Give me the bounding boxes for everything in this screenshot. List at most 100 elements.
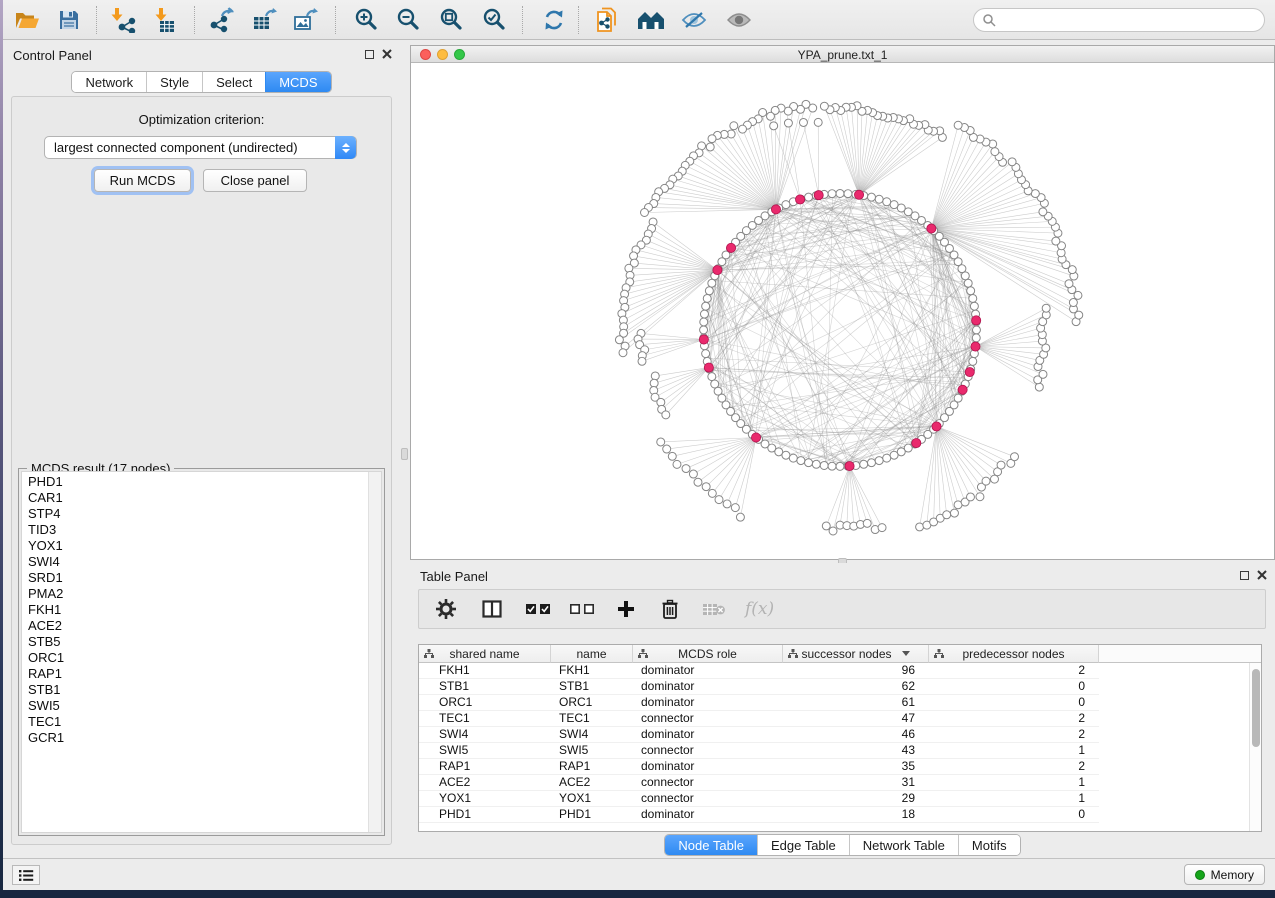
- network-node[interactable]: [668, 452, 676, 460]
- network-node[interactable]: [878, 524, 886, 532]
- network-node[interactable]: [730, 122, 738, 130]
- deselect-all-icon[interactable]: [569, 596, 595, 622]
- network-node[interactable]: [619, 349, 627, 357]
- network-node[interactable]: [703, 294, 711, 302]
- network-node[interactable]: [715, 496, 723, 504]
- mcds-node[interactable]: [927, 224, 936, 233]
- hide-panel-eye-slash-icon[interactable]: [679, 5, 709, 35]
- network-node[interactable]: [700, 326, 708, 334]
- network-node[interactable]: [863, 519, 871, 527]
- search-input[interactable]: [996, 13, 1246, 27]
- network-node[interactable]: [1035, 383, 1043, 391]
- close-panel-icon[interactable]: [382, 49, 392, 59]
- network-node[interactable]: [867, 459, 875, 467]
- network-node[interactable]: [875, 457, 883, 465]
- mcds-result-item[interactable]: SWI4: [22, 554, 381, 570]
- network-node[interactable]: [943, 511, 951, 519]
- share-document-icon[interactable]: [592, 5, 622, 35]
- network-node[interactable]: [731, 504, 739, 512]
- network-node[interactable]: [883, 198, 891, 206]
- network-node[interactable]: [784, 119, 792, 127]
- network-node[interactable]: [890, 201, 898, 209]
- show-panel-eye-icon[interactable]: [724, 5, 754, 35]
- network-node[interactable]: [836, 462, 844, 470]
- network-node[interactable]: [708, 373, 716, 381]
- tab-node-table[interactable]: Node Table: [665, 835, 757, 855]
- network-node[interactable]: [997, 461, 1005, 469]
- zoom-fit-icon[interactable]: [437, 5, 467, 35]
- network-node[interactable]: [650, 379, 658, 387]
- export-image-icon[interactable]: [291, 5, 321, 35]
- open-session-icon[interactable]: [12, 5, 42, 35]
- close-panel-button[interactable]: Close panel: [203, 169, 307, 192]
- network-node[interactable]: [700, 310, 708, 318]
- save-session-icon[interactable]: [54, 5, 84, 35]
- network-node[interactable]: [954, 121, 962, 129]
- network-node[interactable]: [797, 457, 805, 465]
- network-node[interactable]: [828, 462, 836, 470]
- table-row[interactable]: ACE2ACE2connector311: [419, 775, 1261, 791]
- network-node[interactable]: [702, 350, 710, 358]
- network-canvas[interactable]: [411, 63, 1274, 559]
- mcds-result-item[interactable]: STB5: [22, 634, 381, 650]
- mcds-result-item[interactable]: RAP1: [22, 666, 381, 682]
- mcds-result-item[interactable]: STB1: [22, 682, 381, 698]
- mcds-result-item[interactable]: STP4: [22, 506, 381, 522]
- network-node[interactable]: [820, 461, 828, 469]
- tab-mcds[interactable]: MCDS: [265, 72, 330, 92]
- mcds-result-item[interactable]: TID3: [22, 522, 381, 538]
- network-node[interactable]: [1042, 304, 1050, 312]
- network-node[interactable]: [708, 489, 716, 497]
- mcds-node[interactable]: [854, 190, 863, 199]
- network-node[interactable]: [950, 509, 958, 517]
- network-node[interactable]: [706, 143, 714, 151]
- splitter-grip[interactable]: [401, 448, 408, 460]
- network-node[interactable]: [702, 483, 710, 491]
- network-node[interactable]: [812, 460, 820, 468]
- network-node[interactable]: [1065, 280, 1073, 288]
- settings-gear-icon[interactable]: [433, 596, 459, 622]
- task-history-button[interactable]: [12, 865, 40, 885]
- network-node[interactable]: [689, 470, 697, 478]
- select-all-icon[interactable]: [525, 596, 551, 622]
- mcds-result-item[interactable]: ACE2: [22, 618, 381, 634]
- network-node[interactable]: [708, 135, 716, 143]
- add-column-icon[interactable]: [613, 596, 639, 622]
- network-node[interactable]: [770, 122, 778, 130]
- network-node[interactable]: [805, 459, 813, 467]
- network-node[interactable]: [991, 148, 999, 156]
- network-node[interactable]: [1052, 237, 1060, 245]
- home-icon[interactable]: [636, 5, 666, 35]
- import-network-icon[interactable]: [109, 5, 139, 35]
- table-row[interactable]: SWI4SWI4dominator462: [419, 727, 1261, 743]
- list-scrollbar[interactable]: [368, 472, 381, 832]
- network-node[interactable]: [805, 193, 813, 201]
- network-node[interactable]: [682, 465, 690, 473]
- mcds-result-item[interactable]: PHD1: [22, 474, 381, 490]
- column-header-predecessor-nodes[interactable]: predecessor nodes: [929, 645, 1099, 663]
- table-row[interactable]: SWI5SWI5connector431: [419, 743, 1261, 759]
- zoom-selected-icon[interactable]: [480, 5, 510, 35]
- network-node[interactable]: [1039, 208, 1047, 216]
- mcds-node[interactable]: [958, 385, 967, 394]
- export-network-icon[interactable]: [207, 5, 237, 35]
- network-node[interactable]: [972, 334, 980, 342]
- mcds-node[interactable]: [751, 433, 760, 442]
- table-scrollbar-thumb[interactable]: [1252, 669, 1260, 747]
- mcds-result-item[interactable]: GCR1: [22, 730, 381, 746]
- table-row[interactable]: TEC1TEC1connector472: [419, 711, 1261, 727]
- mcds-result-item[interactable]: FKH1: [22, 602, 381, 618]
- mcds-node[interactable]: [845, 461, 854, 470]
- network-node[interactable]: [991, 475, 999, 483]
- mcds-node[interactable]: [932, 422, 941, 431]
- table-row[interactable]: PHD1PHD1dominator180: [419, 807, 1261, 823]
- mcds-result-item[interactable]: PMA2: [22, 586, 381, 602]
- import-table-icon[interactable]: [149, 5, 179, 35]
- table-row[interactable]: FKH1FKH1dominator962: [419, 663, 1261, 679]
- mcds-result-item[interactable]: ORC1: [22, 650, 381, 666]
- mcds-result-item[interactable]: SWI5: [22, 698, 381, 714]
- network-node[interactable]: [967, 287, 975, 295]
- network-node[interactable]: [1011, 453, 1019, 461]
- network-node[interactable]: [822, 522, 830, 530]
- network-node[interactable]: [916, 523, 924, 531]
